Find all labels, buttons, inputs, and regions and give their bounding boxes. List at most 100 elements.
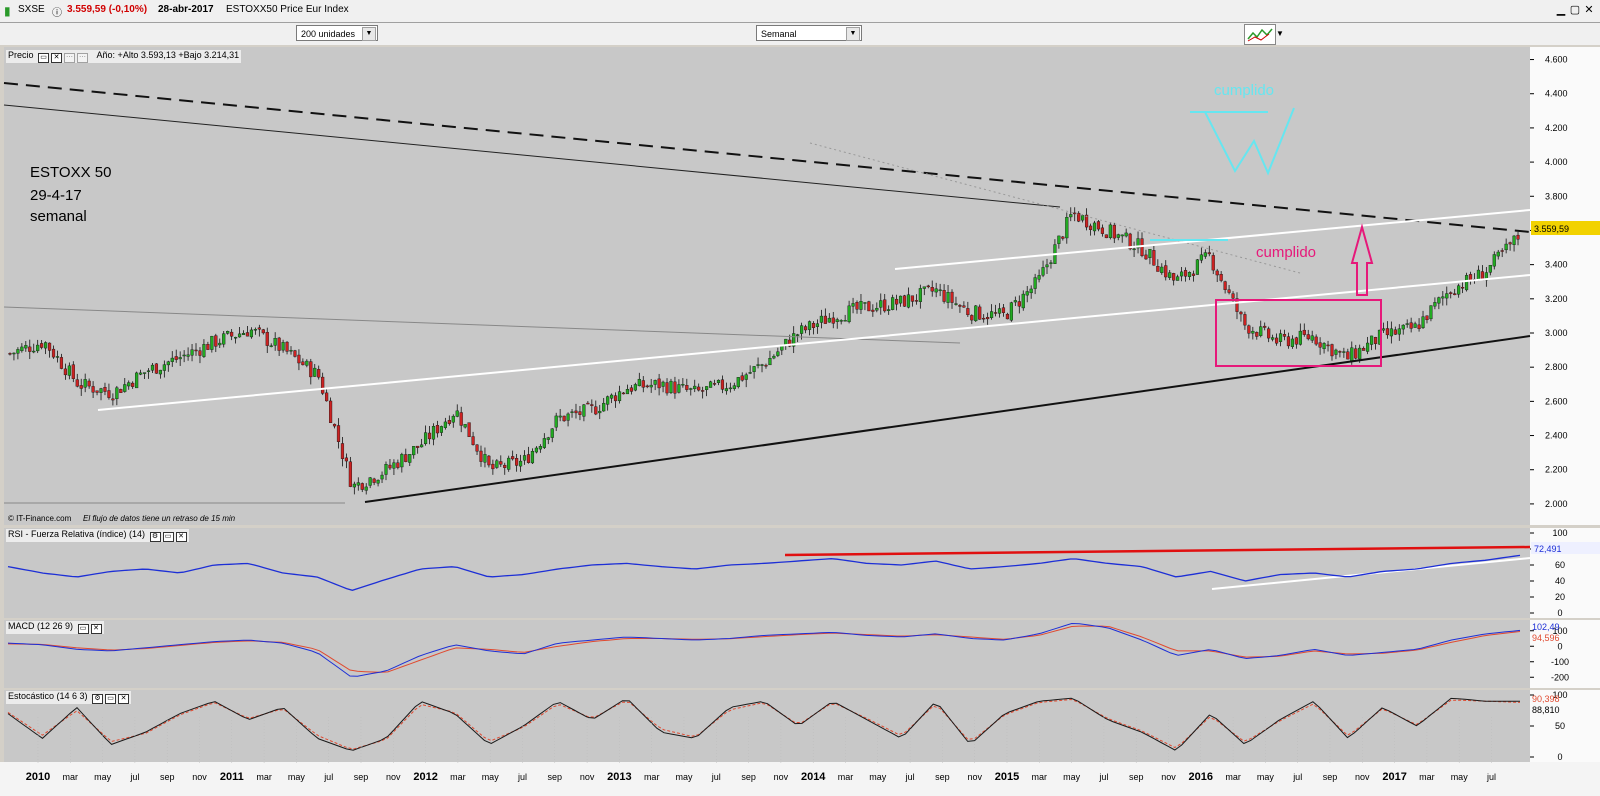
price-tick-label: 2.000: [1545, 499, 1568, 509]
period-select[interactable]: Semanal ▼: [756, 25, 862, 41]
maximize-icon[interactable]: ▢: [1568, 3, 1582, 16]
window-icon[interactable]: ▭: [105, 694, 117, 704]
candle-body: [1013, 300, 1017, 303]
candle-body: [720, 379, 725, 390]
candle-body: [1263, 325, 1267, 328]
candle-body: [1160, 266, 1164, 273]
close-panel-icon[interactable]: ✕: [175, 532, 187, 542]
candle-body: [1342, 351, 1346, 353]
candle-body: [1366, 342, 1370, 352]
candle-body: [475, 444, 479, 452]
candle-body: [420, 444, 424, 448]
candle-body: [51, 348, 56, 358]
units-select[interactable]: 200 unidades ▼: [296, 25, 378, 41]
candle-body: [1449, 292, 1453, 294]
wrench-icon[interactable]: ⚙: [92, 694, 104, 704]
candle-body: [111, 398, 115, 401]
time-tick-label: sep: [935, 772, 950, 782]
candle-body: [1334, 349, 1338, 355]
candle-body: [673, 381, 677, 394]
candle-body: [716, 379, 721, 383]
time-tick-label: nov: [386, 772, 401, 782]
candle-body: [1381, 328, 1386, 331]
candle-body: [1282, 334, 1287, 337]
candle-body: [32, 350, 36, 353]
chart-type-chevron-icon[interactable]: ▼: [1276, 29, 1284, 38]
candle-body: [705, 386, 709, 390]
time-tick-label: nov: [1355, 772, 1370, 782]
indicator-tick-label: 40: [1555, 576, 1565, 586]
info-icon[interactable]: ⓘ: [52, 4, 62, 19]
candle-body: [1061, 236, 1065, 239]
rsi-panel-header: RSI - Fuerza Relativa (índice) (14) ⚙ ▭ ✕: [6, 529, 189, 542]
candle-body: [1429, 305, 1433, 320]
candle-body: [657, 378, 661, 389]
window-icon[interactable]: ▭: [162, 532, 174, 542]
candle-body: [388, 464, 392, 469]
time-tick-label: 2016: [1189, 771, 1213, 783]
price-tick-label: 2.600: [1545, 396, 1568, 406]
candle-body: [625, 389, 630, 395]
close-panel-icon[interactable]: ✕: [118, 694, 130, 704]
candle-body: [590, 404, 594, 406]
candle-body: [1358, 347, 1362, 360]
candle-body: [1207, 252, 1211, 255]
candle-body: [194, 349, 198, 352]
layout-icon[interactable]: ⋯: [77, 53, 89, 63]
candle-body: [222, 333, 226, 345]
wrench-icon[interactable]: ⚙: [149, 532, 161, 542]
candle-body: [24, 345, 28, 349]
candle-body: [249, 329, 254, 338]
close-panel-icon[interactable]: ✕: [51, 53, 63, 63]
time-tick-label: 2014: [801, 771, 826, 783]
window-icon[interactable]: ▭: [38, 53, 50, 63]
window-icon[interactable]: ▭: [77, 624, 89, 634]
candle-body: [257, 327, 261, 330]
candle-body: [681, 383, 685, 386]
annotation-date: 29-4-17: [30, 187, 82, 204]
candle-body: [1314, 336, 1318, 345]
candle-body: [301, 361, 305, 366]
price-change: 3.559,59 (-0,10%): [67, 4, 148, 15]
candle-body: [914, 300, 918, 302]
time-tick-label: jul: [1098, 772, 1108, 782]
candle-body: [99, 388, 103, 393]
candle-body: [665, 382, 669, 394]
chevron-down-icon[interactable]: ▼: [846, 27, 860, 41]
candle-body: [1330, 344, 1334, 357]
candle-body: [1021, 293, 1025, 309]
layout-icon[interactable]: ⋯: [64, 53, 76, 63]
candle-body: [1302, 329, 1306, 335]
chevron-down-icon[interactable]: ▼: [362, 27, 376, 41]
candle-body: [447, 420, 451, 424]
time-tick-label: 2013: [607, 771, 631, 783]
minimize-icon[interactable]: ▁: [1554, 3, 1568, 16]
candle-body: [253, 329, 257, 331]
candle-body: [463, 424, 467, 428]
candle-body: [1116, 234, 1120, 238]
candle-body: [1433, 302, 1437, 307]
period-select-value: Semanal: [761, 29, 797, 39]
candle-body: [241, 333, 246, 336]
candle-body: [740, 375, 744, 381]
macd-panel-bg: [4, 620, 1530, 688]
candle-body: [459, 412, 463, 426]
close-panel-icon[interactable]: ✕: [90, 624, 102, 634]
candle-body: [613, 395, 618, 402]
stoch-panel-header: Estocástico (14 6 3) ⚙ ▭ ✕: [6, 691, 132, 704]
candle-body: [237, 333, 242, 338]
time-tick-label: sep: [548, 772, 563, 782]
chart-type-button[interactable]: [1244, 24, 1276, 45]
candle-body: [843, 320, 847, 322]
candle-body: [744, 374, 748, 380]
candle-body: [507, 457, 511, 470]
candle-body: [823, 315, 827, 324]
close-icon[interactable]: ✕: [1582, 3, 1596, 16]
candle-body: [356, 482, 360, 486]
candle-body: [214, 335, 218, 347]
candle-body: [946, 292, 950, 303]
candle-body: [423, 432, 428, 445]
candle-body: [285, 341, 289, 352]
indicator-tick-label: 0: [1557, 752, 1562, 762]
candle-body: [1385, 328, 1389, 336]
